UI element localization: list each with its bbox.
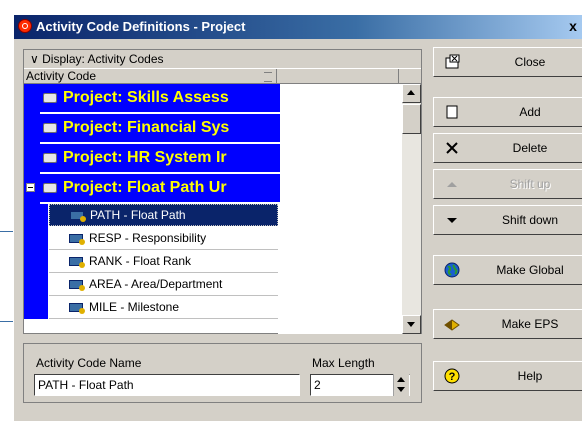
help-icon: ? [444, 368, 460, 384]
activity-code-name-label: Activity Code Name [36, 356, 142, 370]
close-window-icon [444, 54, 460, 70]
svg-text:?: ? [449, 371, 456, 383]
help-button[interactable]: ? Help [433, 361, 582, 391]
max-length-stepper[interactable] [393, 374, 409, 396]
tree-row-code[interactable]: RANK - Float Rank [24, 250, 402, 273]
make-global-button[interactable]: Make Global [433, 255, 582, 285]
delete-button[interactable]: Delete [433, 133, 582, 163]
activity-code-definitions-window: Activity Code Definitions - Project x ∨ … [13, 14, 582, 421]
scroll-down-button[interactable] [402, 315, 421, 334]
arrow-up-icon [407, 90, 415, 95]
tree-row-code[interactable]: MILE - Milestone [24, 296, 402, 319]
tree-row-project[interactable]: Project: Skills Assess [24, 84, 402, 114]
delete-x-icon [444, 140, 460, 156]
callout-line-1 [0, 231, 13, 232]
arrow-up-icon [444, 176, 460, 192]
activity-code-grid: ∨ Display: Activity Codes Activity Code … [23, 49, 422, 334]
eps-diamond-icon [444, 316, 460, 332]
tree-row-project[interactable]: Project: Financial Sys [24, 114, 402, 144]
arrow-down-icon [407, 322, 415, 327]
make-eps-button[interactable]: Make EPS [433, 309, 582, 339]
tree-row-project-expanded[interactable]: Project: Float Path Ur [24, 174, 402, 204]
column-header-activity-code[interactable]: Activity Code [26, 69, 277, 83]
app-icon [18, 19, 32, 33]
display-menu[interactable]: ∨ Display: Activity Codes [24, 50, 421, 68]
callout-line-2 [0, 321, 13, 322]
activity-code-icon [69, 234, 85, 245]
scroll-thumb[interactable] [402, 104, 421, 134]
project-icon [43, 93, 57, 103]
tree-row-code[interactable]: AREA - Area/Department [24, 273, 402, 296]
max-length-label: Max Length [312, 356, 375, 370]
close-window-icon[interactable]: x [566, 19, 580, 33]
column-header: Activity Code [24, 68, 421, 84]
globe-icon [444, 262, 460, 278]
collapse-toggle-icon[interactable] [26, 183, 35, 192]
shift-up-button[interactable]: Shift up [433, 169, 582, 199]
tree-row-code-selected[interactable]: PATH - Float Path [24, 204, 402, 227]
code-tree: Project: Skills Assess Project: Financia… [24, 84, 402, 334]
title-bar[interactable]: Activity Code Definitions - Project x [14, 15, 582, 39]
chevron-down-icon: ∨ [30, 52, 39, 66]
tree-row-project[interactable]: Project: HR System Ir [24, 144, 402, 174]
activity-code-name-field[interactable]: PATH - Float Path [34, 374, 300, 396]
close-button[interactable]: Close [433, 47, 582, 77]
add-button[interactable]: Add [433, 97, 582, 127]
activity-code-icon [69, 303, 85, 314]
activity-code-icon [69, 257, 85, 268]
column-menu-icon[interactable] [264, 72, 272, 82]
project-icon [43, 153, 57, 163]
shift-down-button[interactable]: Shift down [433, 205, 582, 235]
window-title: Activity Code Definitions - Project [36, 19, 246, 34]
column-header-empty[interactable] [278, 69, 399, 83]
activity-code-icon [70, 211, 86, 222]
display-label: Display: Activity Codes [42, 52, 164, 66]
stepper-up-icon[interactable] [397, 377, 405, 382]
open-folder-icon [43, 183, 57, 193]
detail-panel: Activity Code Name PATH - Float Path Max… [23, 343, 422, 403]
new-document-icon [444, 104, 460, 120]
project-icon [43, 123, 57, 133]
scroll-up-button[interactable] [402, 84, 421, 103]
arrow-down-icon [444, 212, 460, 228]
stepper-down-icon[interactable] [397, 387, 405, 392]
tree-row-code[interactable]: RESP - Responsibility [24, 227, 402, 250]
vertical-scrollbar[interactable] [402, 84, 421, 334]
activity-code-icon [69, 280, 85, 291]
